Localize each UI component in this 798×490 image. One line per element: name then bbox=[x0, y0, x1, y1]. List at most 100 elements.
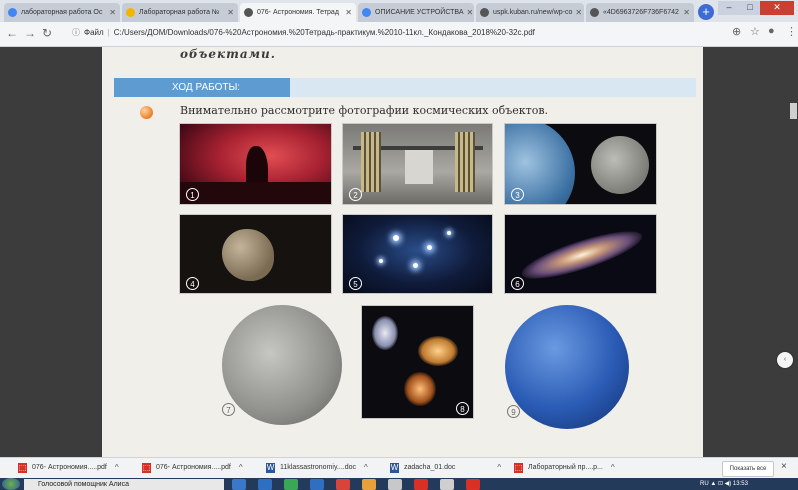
scrollbar-thumb[interactable] bbox=[790, 103, 797, 119]
photo-mercury bbox=[222, 305, 342, 425]
section-band: ХОД РАБОТЫ: bbox=[114, 78, 696, 97]
taskbar-app-icon[interactable] bbox=[414, 479, 428, 490]
tab-2[interactable]: Лабораторная работа № ✕ bbox=[122, 3, 238, 22]
tab-label: «4D6963726F736F6742 bbox=[603, 9, 679, 16]
tab-strip: лабораторная работа Ос ✕ Лабораторная ра… bbox=[0, 0, 798, 22]
chevron-up-icon[interactable]: ^ bbox=[364, 461, 368, 475]
scheme-label: Файл bbox=[84, 28, 104, 37]
system-tray: RU ▲ ⊡ ◀) 13:53 bbox=[700, 481, 748, 487]
taskbar-app-icon[interactable] bbox=[388, 479, 402, 490]
address-bar: ← → ↻ ⓘ Файл | C:/Users/ДОМ/Downloads/076-%… bbox=[0, 22, 798, 47]
downloads-bar: ⬚ 076- Астрономия.....pdf ^ ⬚ 076- Астро… bbox=[0, 457, 798, 478]
bookmark-star-icon[interactable]: ☆ bbox=[750, 25, 760, 38]
download-item[interactable]: ⬚ 076- Астрономия.....pdf ^ bbox=[142, 461, 243, 475]
chevron-up-icon[interactable]: ^ bbox=[239, 461, 243, 475]
taskbar-app-icon[interactable] bbox=[258, 479, 272, 490]
pdf-file-icon: ⬚ bbox=[514, 463, 523, 473]
pdf-tools-button[interactable]: ‹ bbox=[777, 352, 793, 368]
taskbar-app-icon[interactable] bbox=[466, 479, 480, 490]
back-icon[interactable]: ← bbox=[6, 26, 18, 40]
instruction-text: Внимательно рассмотрите фотографии косми… bbox=[180, 104, 549, 117]
google-icon bbox=[8, 8, 17, 17]
close-icon[interactable]: ✕ bbox=[572, 8, 582, 17]
taskbar-app-icon[interactable] bbox=[362, 479, 376, 490]
window-controls: – □ ✕ bbox=[718, 1, 794, 15]
download-item[interactable]: ⬚ Лабораторный пр....р... ^ bbox=[514, 461, 615, 475]
menu-icon[interactable]: ⋮ bbox=[786, 25, 797, 38]
tab-label: 076- Астрономия. Тетрад bbox=[257, 9, 339, 16]
chrome-icon bbox=[590, 8, 599, 17]
google-icon bbox=[362, 8, 371, 17]
tab-label: Лабораторная работа № bbox=[139, 9, 220, 16]
url-text: C:/Users/ДОМ/Downloads/076-%20Астрономия… bbox=[113, 28, 535, 37]
tab-6[interactable]: «4D6963726F736F6742 ✕ bbox=[586, 3, 694, 22]
tab-label: лабораторная работа Ос bbox=[21, 9, 103, 16]
doc-file-icon: W bbox=[390, 463, 399, 473]
photo-star-cluster: 5 bbox=[342, 214, 493, 294]
pdf-page: объектами. ХОД РАБОТЫ: Внимательно рассм… bbox=[102, 47, 703, 457]
close-window-button[interactable]: ✕ bbox=[760, 1, 794, 15]
tab-4[interactable]: ОПИСАНИЕ УСТРОЙСТВА ✕ bbox=[358, 3, 474, 22]
photo-galaxies: 8 bbox=[361, 305, 474, 419]
photo-number: 9 bbox=[507, 405, 520, 418]
photo-number: 1 bbox=[186, 188, 199, 201]
download-item[interactable]: ⬚ 076- Астрономия.....pdf ^ bbox=[18, 461, 119, 475]
info-icon[interactable]: ⓘ bbox=[72, 28, 80, 37]
photo-neptune bbox=[505, 305, 629, 429]
download-name: 076- Астрономия.....pdf bbox=[156, 464, 231, 471]
new-tab-button[interactable]: + bbox=[698, 4, 714, 20]
maximize-button[interactable]: □ bbox=[740, 1, 760, 15]
close-icon[interactable]: ✕ bbox=[464, 8, 474, 17]
minimize-button[interactable]: – bbox=[718, 1, 740, 15]
close-icon[interactable]: ✕ bbox=[680, 8, 690, 17]
taskbar-search[interactable]: Голосовой помощник Алиса bbox=[24, 479, 224, 490]
photo-number: 5 bbox=[349, 277, 362, 290]
vertical-scrollbar[interactable] bbox=[789, 47, 798, 457]
chevron-up-icon[interactable]: ^ bbox=[497, 461, 501, 475]
taskbar-app-icon[interactable] bbox=[336, 479, 350, 490]
bullet-icon bbox=[140, 106, 153, 119]
taskbar-app-icon[interactable] bbox=[232, 479, 246, 490]
photo-number: 2 bbox=[349, 188, 362, 201]
photo-number: 3 bbox=[511, 188, 524, 201]
photo-horsehead-nebula: 1 bbox=[179, 123, 332, 205]
photo-number: 6 bbox=[511, 277, 524, 290]
account-icon[interactable]: ● bbox=[768, 25, 775, 37]
download-name: 076- Астрономия.....pdf bbox=[32, 464, 107, 471]
download-item[interactable]: W 11klassastronomiy....doc ^ bbox=[266, 461, 368, 475]
download-name: 11klassastronomiy....doc bbox=[280, 464, 356, 471]
taskbar-app-icon[interactable] bbox=[284, 479, 298, 490]
close-icon[interactable]: ✕ bbox=[224, 8, 234, 17]
zoom-icon[interactable]: ⊕ bbox=[732, 25, 741, 38]
close-downloads-button[interactable]: × bbox=[781, 461, 787, 472]
close-icon[interactable]: ✕ bbox=[106, 8, 116, 17]
taskbar-app-icon[interactable] bbox=[310, 479, 324, 490]
photo-number: 8 bbox=[456, 402, 469, 415]
url-field[interactable]: ⓘ Файл | C:/Users/ДОМ/Downloads/076-%20Астр… bbox=[72, 25, 535, 41]
tab-label: ОПИСАНИЕ УСТРОЙСТВА bbox=[375, 9, 464, 16]
close-icon[interactable]: ✕ bbox=[342, 8, 352, 17]
chrome-icon bbox=[480, 8, 489, 17]
pdf-viewer: объектами. ХОД РАБОТЫ: Внимательно рассм… bbox=[0, 47, 798, 457]
tab-1[interactable]: лабораторная работа Ос ✕ bbox=[4, 3, 120, 22]
section-label: ХОД РАБОТЫ: bbox=[114, 78, 290, 97]
photo-space-station: 2 bbox=[342, 123, 493, 205]
tab-label: uspk.kuban.ru/new/wp-co bbox=[493, 9, 573, 16]
tab-5[interactable]: uspk.kuban.ru/new/wp-co ✕ bbox=[476, 3, 584, 22]
chevron-up-icon[interactable]: ^ bbox=[115, 461, 119, 475]
reload-icon[interactable]: ↻ bbox=[42, 26, 52, 40]
download-item[interactable]: W zadacha_01.doc ^ bbox=[390, 461, 501, 475]
doc-file-icon: W bbox=[266, 463, 275, 473]
tab-3[interactable]: 076- Астрономия. Тетрад ✕ bbox=[240, 3, 356, 22]
show-all-button[interactable]: Показать все bbox=[722, 461, 774, 477]
taskbar: Голосовой помощник Алиса RU ▲ ⊡ ◀) 13:53 bbox=[0, 478, 798, 490]
photo-number: 4 bbox=[186, 277, 199, 290]
chrome-icon bbox=[244, 8, 253, 17]
start-button[interactable] bbox=[2, 478, 20, 490]
forward-icon[interactable]: → bbox=[24, 26, 36, 40]
chevron-up-icon[interactable]: ^ bbox=[611, 461, 615, 475]
photo-number: 7 bbox=[222, 403, 235, 416]
heading-text: объектами. bbox=[180, 47, 276, 61]
photo-earth-moon: 3 bbox=[504, 123, 657, 205]
taskbar-app-icon[interactable] bbox=[440, 479, 454, 490]
